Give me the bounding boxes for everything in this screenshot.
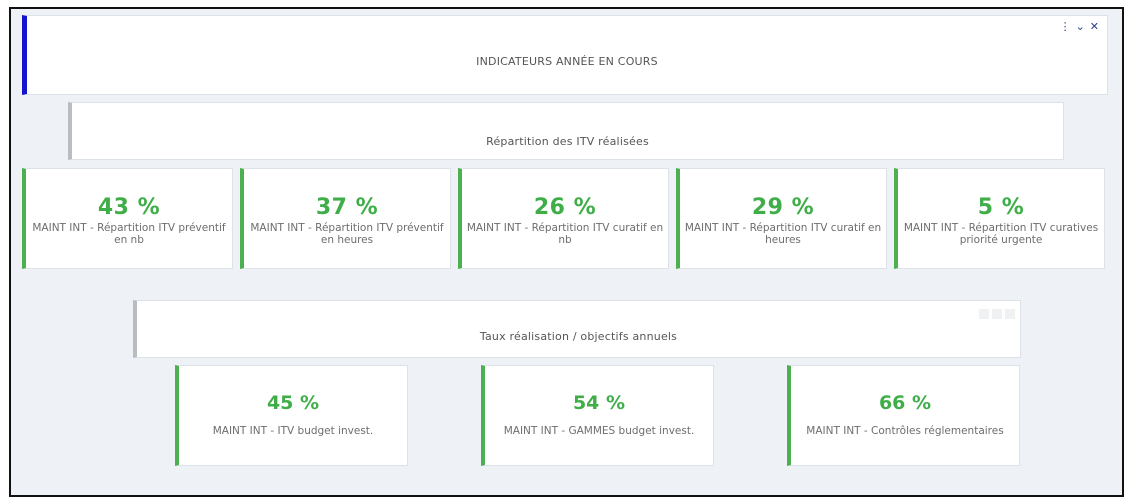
kpi-card[interactable]: 5 % MAINT INT - Répartition ITV curative…	[894, 168, 1105, 269]
section-header-taux-realisation: Taux réalisation / objectifs annuels	[133, 300, 1021, 358]
kpi-card[interactable]: 37 % MAINT INT - Répartition ITV prévent…	[240, 168, 451, 269]
kpi-value: 26 %	[533, 195, 597, 220]
kpi-label: MAINT INT - Contrôles réglementaires	[806, 425, 1004, 437]
placeholder-square-icon	[1005, 309, 1015, 319]
kpi-label: MAINT INT - Répartition ITV préventif en…	[32, 222, 226, 246]
placeholder-square-icon	[992, 309, 1002, 319]
dashboard-header: ⋮ ⌄ ✕ INDICATEURS ANNÉE EN COURS	[22, 15, 1108, 95]
kpi-value: 54 %	[572, 392, 626, 414]
close-icon[interactable]: ✕	[1090, 21, 1099, 33]
kpi-value: 45 %	[266, 392, 320, 414]
panel-controls: ⋮ ⌄ ✕	[1060, 21, 1099, 33]
kpi-label: MAINT INT - Répartition ITV curatives pr…	[903, 222, 1099, 246]
kpi-value: 5 %	[977, 195, 1025, 220]
kpi-value: 66 %	[878, 392, 932, 414]
dashboard-frame: ⋮ ⌄ ✕ INDICATEURS ANNÉE EN COURS Réparti…	[9, 7, 1124, 497]
kpi-card[interactable]: 29 % MAINT INT - Répartition ITV curatif…	[676, 168, 887, 269]
kpi-label: MAINT INT - ITV budget invest.	[212, 425, 374, 437]
kpi-card[interactable]: 45 % MAINT INT - ITV budget invest.	[175, 365, 408, 466]
kpi-card[interactable]: 54 % MAINT INT - GAMMES budget invest.	[481, 365, 714, 466]
collapse-icon[interactable]: ⌄	[1076, 21, 1085, 33]
section-header-repartition: Répartition des ITV réalisées	[68, 102, 1064, 160]
kpi-value: 37 %	[315, 195, 379, 220]
more-options-icon[interactable]: ⋮	[1060, 21, 1071, 33]
section-title: Répartition des ITV réalisées	[486, 135, 649, 148]
kpi-card[interactable]: 26 % MAINT INT - Répartition ITV curatif…	[458, 168, 669, 269]
kpi-label: MAINT INT - GAMMES budget invest.	[503, 425, 695, 437]
kpi-label: MAINT INT - Répartition ITV curatif en n…	[466, 222, 664, 246]
kpi-value: 29 %	[751, 195, 815, 220]
section-title: Taux réalisation / objectifs annuels	[479, 330, 678, 343]
kpi-card[interactable]: 43 % MAINT INT - Répartition ITV prévent…	[22, 168, 233, 269]
dashboard-title: INDICATEURS ANNÉE EN COURS	[476, 55, 658, 68]
placeholder-square-icon	[979, 309, 989, 319]
kpi-label: MAINT INT - Répartition ITV préventif en…	[250, 222, 444, 246]
kpi-label: MAINT INT - Répartition ITV curatif en h…	[684, 222, 882, 246]
kpi-value: 43 %	[97, 195, 161, 220]
kpi-card[interactable]: 66 % MAINT INT - Contrôles réglementaire…	[787, 365, 1020, 466]
